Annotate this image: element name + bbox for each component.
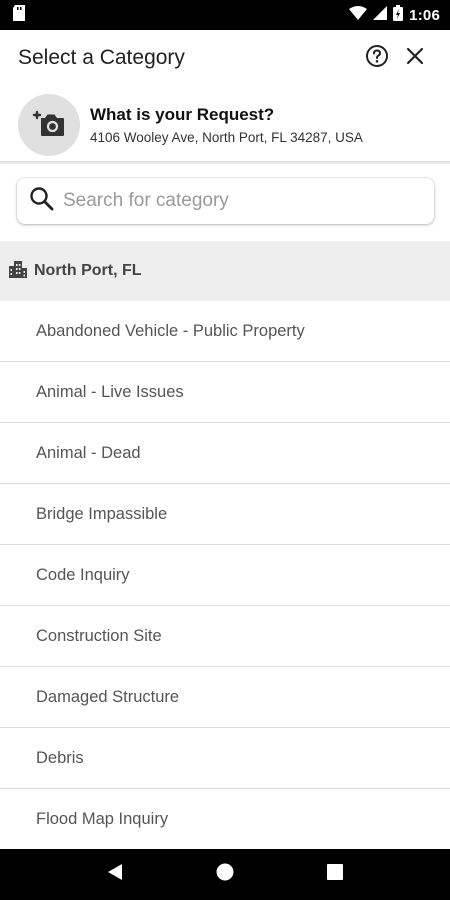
request-summary: What is your Request? 4106 Wooley Ave, N… (0, 88, 450, 162)
search-icon (29, 186, 55, 217)
category-item[interactable]: Debris (0, 728, 450, 789)
back-triangle-icon (107, 863, 123, 886)
add-photo-button[interactable] (18, 94, 80, 156)
group-header: North Port, FL (0, 241, 450, 301)
sd-card-icon (12, 4, 26, 26)
app-header: Select a Category (0, 30, 450, 86)
category-item[interactable]: Abandoned Vehicle - Public Property (0, 301, 450, 362)
status-bar: 1:06 (0, 0, 450, 30)
system-nav-bar (0, 849, 450, 900)
category-list: Abandoned Vehicle - Public Property Anim… (0, 301, 450, 850)
category-item[interactable]: Flood Map Inquiry (0, 789, 450, 850)
header-divider (0, 161, 450, 164)
home-button[interactable] (205, 855, 245, 895)
close-icon (406, 47, 424, 70)
help-circle-icon (365, 44, 389, 73)
category-item[interactable]: Animal - Live Issues (0, 362, 450, 423)
add-photo-icon (32, 108, 66, 143)
category-label: Animal - Live Issues (36, 382, 184, 401)
category-label: Abandoned Vehicle - Public Property (36, 321, 305, 340)
category-label: Debris (36, 748, 84, 767)
category-item[interactable]: Damaged Structure (0, 667, 450, 728)
clock: 1:06 (409, 6, 440, 24)
battery-icon (393, 4, 404, 26)
recents-button[interactable] (315, 855, 355, 895)
category-item[interactable]: Bridge Impassible (0, 484, 450, 545)
request-title: What is your Request? (90, 105, 275, 124)
group-label: North Port, FL (34, 262, 142, 279)
category-item[interactable]: Code Inquiry (0, 545, 450, 606)
home-circle-icon (216, 863, 234, 886)
category-label: Code Inquiry (36, 565, 130, 584)
category-label: Bridge Impassible (36, 504, 168, 523)
back-button[interactable] (95, 855, 135, 895)
wifi-icon (349, 5, 368, 25)
city-icon (8, 259, 28, 284)
help-button[interactable] (360, 41, 394, 75)
recents-square-icon (327, 864, 343, 885)
category-item[interactable]: Animal - Dead (0, 423, 450, 484)
request-address: 4106 Wooley Ave, North Port, FL 34287, U… (90, 130, 363, 145)
close-button[interactable] (398, 41, 432, 75)
page-title: Select a Category (18, 46, 185, 69)
category-label: Flood Map Inquiry (36, 809, 169, 828)
category-item[interactable]: Construction Site (0, 606, 450, 667)
search-box (17, 178, 434, 224)
category-label: Damaged Structure (36, 687, 180, 706)
category-label: Construction Site (36, 626, 162, 645)
search-input[interactable] (63, 190, 403, 212)
category-label: Animal - Dead (36, 443, 141, 462)
signal-icon (373, 5, 388, 25)
